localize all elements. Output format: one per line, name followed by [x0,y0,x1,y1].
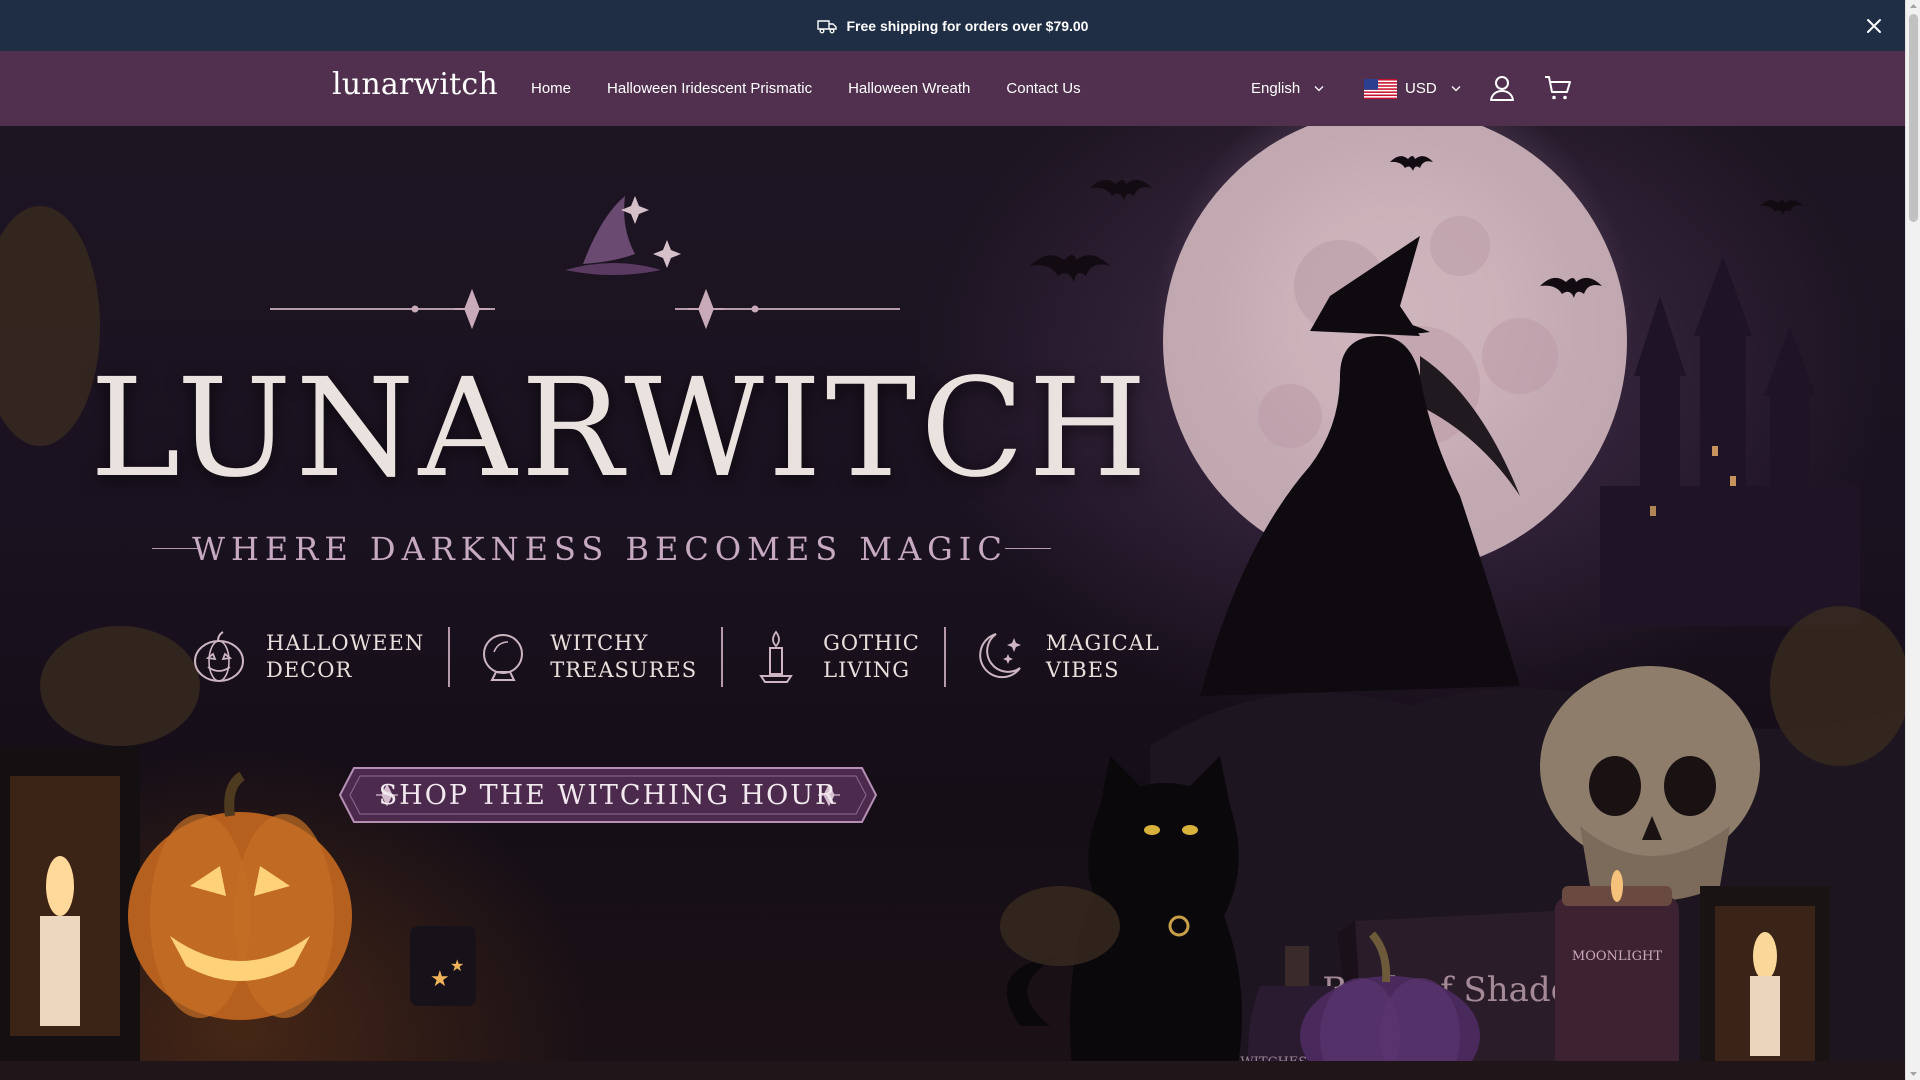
chevron-down-icon [1314,86,1324,92]
truck-icon [816,19,837,33]
svg-text:★: ★ [450,956,464,975]
chevron-down-icon [1451,86,1461,92]
feature-label: GOTHIC LIVING [823,631,920,682]
castle-silhouette [1600,256,1860,626]
language-label: English [1251,80,1301,97]
lantern-right [1700,886,1830,1080]
language-selector[interactable]: English [1251,51,1324,126]
feature-witchy-treasures[interactable]: WITCHY TREASURES [448,627,721,687]
scroll-thumb[interactable] [1909,14,1918,222]
lantern-left [0,746,140,1066]
shop-the-witching-hour-button[interactable]: SHOP THE WITCHING HOUR [320,754,896,836]
feature-label: WITCHY TREASURES [550,631,698,682]
nav-contact-us[interactable]: Contact Us [1006,80,1080,97]
crescent-moon-emblem [270,184,900,330]
nav-home[interactable]: Home [531,80,571,97]
hero-tagline: WHERE DARKNESS BECOMES MAGIC [192,530,1008,568]
feature-magical-vibes[interactable]: MAGICAL VIBES [943,627,1184,687]
currency-selector[interactable]: USD [1364,51,1461,126]
nav-halloween-wreath[interactable]: Halloween Wreath [848,80,970,97]
feature-list: HALLOWEEN DECOR WITCHY TREASURES GOTHIC … [190,622,1159,692]
candle-jar [1555,870,1679,1080]
candle-label-text: MOONLIGHT [1572,949,1662,964]
main-nav: Home Halloween Iridescent Prismatic Hall… [531,51,1081,126]
announcement-bar: Free shipping for orders over $79.00 [0,0,1905,51]
site-logo[interactable]: lunarwitch [332,67,498,102]
currency-label: USD [1405,80,1437,97]
feature-halloween-decor[interactable]: HALLOWEEN DECOR [190,627,448,687]
pumpkin-icon [194,631,244,682]
announcement-text: Free shipping for orders over $79.00 [846,17,1089,34]
crescent-moon-icon [979,633,1021,679]
account-icon[interactable] [1487,73,1517,103]
cta-label: SHOP THE WITCHING HOUR [378,779,838,811]
close-icon[interactable] [1863,15,1885,37]
nav-halloween-iridescent-prismatic[interactable]: Halloween Iridescent Prismatic [607,80,812,97]
candle-icon [759,630,794,683]
feature-gothic-living[interactable]: GOTHIC LIVING [721,627,944,687]
page-scrollbar[interactable] [1905,0,1920,1080]
svg-text:★: ★ [430,967,450,992]
site-header: lunarwitch Home Halloween Iridescent Pri… [0,51,1905,126]
hero-title: LUNARWITCH [90,350,1151,508]
crystal-ball-icon [483,634,524,681]
scroll-down-icon[interactable] [1909,1069,1918,1078]
feature-label: HALLOWEEN DECOR [266,631,425,682]
star-candle-holder: ★ ★ [410,926,476,1006]
hero-banner[interactable]: Book of Shadows WITCHES BREW MOONLIGHT [0,126,1905,1080]
jack-o-lantern [128,771,352,1020]
scroll-up-icon[interactable] [1909,2,1918,11]
cart-icon[interactable] [1543,73,1573,103]
feature-label: MAGICAL VIBES [1045,631,1160,682]
us-flag-icon [1364,78,1397,99]
